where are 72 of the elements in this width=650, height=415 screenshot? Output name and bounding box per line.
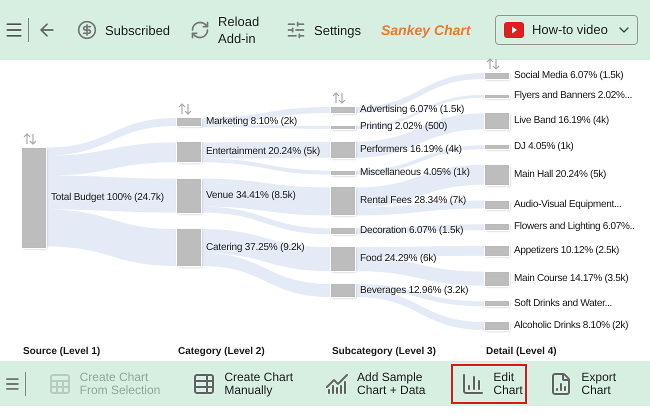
sort-icon[interactable]: [23, 132, 37, 144]
node-bar: [485, 272, 509, 286]
node-bar: [331, 126, 355, 129]
column-heading: Subcategory (Level 3): [332, 345, 436, 359]
toolbar-button[interactable]: Edit Chart: [451, 364, 528, 404]
node-bar: [177, 178, 201, 213]
toolbar-button[interactable]: Create Chart Manually: [182, 364, 304, 404]
node-label: Appetizers 10.12% (2.5k): [514, 244, 620, 257]
node-label: Total Budget 100% (24.7k): [51, 192, 164, 204]
column-heading: Detail (Level 4): [486, 345, 557, 359]
node-label: Advertising 6.07% (1.5k): [360, 104, 464, 116]
node-label: Decoration 6.07% (1.5k): [360, 225, 464, 238]
toolbar-button[interactable]: Add Sample Chart + Data: [315, 364, 436, 404]
node-label: Marketing 8.10% (2k): [206, 116, 298, 128]
toolbar-button[interactable]: Reload Add-in: [190, 13, 266, 47]
video-dropdown[interactable]: How-to video: [495, 15, 638, 45]
form-icon: [192, 372, 216, 396]
node-label: Performers 16.19% (4k): [360, 144, 462, 156]
node-label: Miscellaneous 4.05% (1k): [360, 166, 470, 179]
toolbar-button[interactable]: Subscribed: [77, 20, 170, 40]
node-bar: [331, 247, 355, 272]
node-label: Audio-Visual Equipment...: [514, 198, 622, 210]
node-label: Main Course 14.17% (3.5k): [514, 272, 628, 285]
node-bar: [177, 229, 201, 266]
node-label: Venue 34.41% (8.5k): [206, 190, 296, 202]
node-bar: [331, 107, 355, 113]
sort-icon[interactable]: [178, 103, 192, 115]
node-label: Alcoholic Drinks 8.10% (2k): [514, 320, 628, 332]
node-bar: [485, 145, 509, 150]
refresh-icon: [190, 20, 210, 40]
sort-icon[interactable]: [332, 92, 346, 104]
node-label: Flowers and Lighting 6.07%..: [514, 221, 635, 234]
node-bar: [485, 164, 509, 185]
dollar-icon: [77, 20, 97, 40]
node-bar: [331, 142, 355, 158]
node-bar: [485, 200, 509, 208]
node-bar: [485, 94, 509, 98]
node-label: Live Band 16.19% (4k): [514, 115, 609, 128]
node-label: Catering 37.25% (9.2k): [206, 242, 304, 254]
node-bar: [331, 228, 355, 234]
node-label: Social Media 6.07% (1.5k): [514, 70, 624, 82]
node-bar: [485, 246, 509, 256]
app-title: Sankey Chart: [381, 20, 471, 40]
node-bar: [177, 118, 201, 126]
node-label: Soft Drinks and Water...: [514, 298, 612, 310]
bar-chart-icon: [461, 372, 486, 396]
node-bar: [485, 322, 509, 330]
play-icon: [504, 22, 524, 38]
node-bar: [331, 170, 355, 175]
node-label: Beverages 12.96% (3.2k): [360, 284, 468, 296]
node-bar: [485, 113, 509, 130]
node-label: DJ 4.05% (1k): [514, 141, 574, 154]
toolbar-button[interactable]: Export Chart: [539, 364, 650, 404]
chart-icon: [325, 372, 350, 396]
node-label: Printing 2.02% (500): [360, 121, 448, 134]
node-label: Main Hall 20.24% (5k): [514, 168, 606, 181]
node-bar: [331, 284, 355, 297]
table-icon: [48, 372, 72, 396]
node-label: Flyers and Banners 2.02%...: [514, 90, 632, 102]
node-bar: [485, 301, 509, 306]
node-bar: [177, 142, 201, 162]
node-bar: [331, 187, 355, 216]
settings-icon: [286, 20, 306, 40]
toolbar-button[interactable]: Settings: [286, 20, 362, 40]
node-label: Food 24.29% (6k): [360, 253, 436, 266]
column-heading: Source (Level 1): [23, 345, 100, 359]
node-label: Entertainment 20.24% (5k): [206, 146, 320, 158]
node-bar: [485, 73, 509, 79]
column-heading: Category (Level 2): [178, 345, 265, 359]
sort-icon[interactable]: [486, 58, 500, 70]
node-bar: [485, 224, 509, 230]
node-label: Rental Fees 28.34% (7k): [360, 195, 466, 208]
